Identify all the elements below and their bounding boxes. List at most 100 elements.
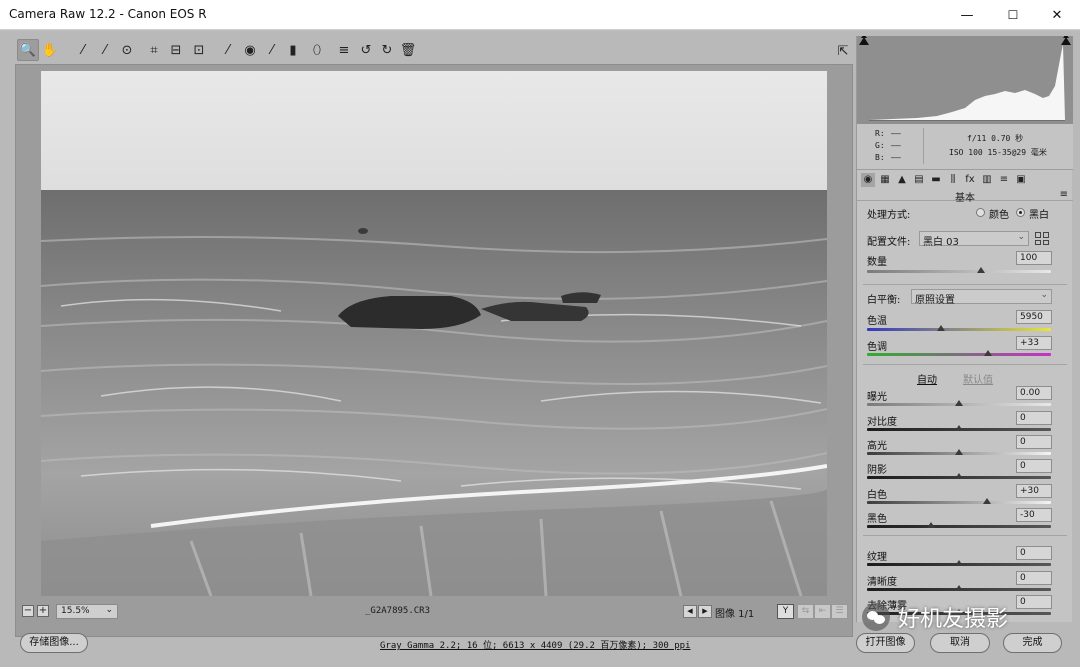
swap-settings-icon[interactable]: ⇆ — [797, 604, 814, 619]
done-button[interactable]: 完成 — [1003, 633, 1062, 653]
slider-thumb[interactable] — [955, 400, 963, 406]
split-toning-tab-icon[interactable]: ▬ — [929, 173, 943, 187]
zoom-tool-icon[interactable]: 🔍 — [17, 39, 39, 61]
panel-tabs: ◉ ▦ ▲ ▤ ▬ ⫼ fx ▥ ≡ ▣ — [857, 171, 1073, 189]
next-image-button[interactable]: ▶ — [698, 605, 712, 618]
divider — [923, 128, 924, 164]
amount-slider-track[interactable] — [867, 270, 1051, 273]
preferences-icon[interactable]: ≡ — [333, 39, 355, 61]
color-radio[interactable] — [976, 208, 985, 217]
spot-removal-tool-icon[interactable]: ⁄ — [217, 39, 239, 61]
effects-tab-icon[interactable]: fx — [963, 173, 977, 187]
slider-thumb[interactable] — [927, 522, 936, 528]
tint-slider-track[interactable] — [867, 353, 1051, 356]
white-balance-select[interactable]: 原照设置 ⌄ — [911, 289, 1052, 306]
save-image-button[interactable]: 存储图像... — [20, 633, 88, 653]
color-sampler-tool-icon[interactable]: ⁄ — [94, 39, 116, 61]
adjustment-brush-icon[interactable]: ⁄ — [261, 39, 283, 61]
slider-thumb[interactable] — [955, 585, 963, 591]
tone-curve-tab-icon[interactable]: ▦ — [878, 173, 892, 187]
amount-slider-thumb[interactable] — [977, 267, 986, 273]
maximize-button[interactable]: ☐ — [990, 0, 1036, 30]
slider-value[interactable]: 0 — [1016, 459, 1052, 473]
targeted-adjustment-tool-icon[interactable]: ⊙ — [116, 39, 138, 61]
fullscreen-icon[interactable]: ⇱ — [832, 40, 854, 62]
snapshots-tab-icon[interactable]: ▣ — [1014, 173, 1028, 187]
slider-value[interactable]: 0 — [1016, 595, 1052, 609]
camera-info: R: —— G: —— B: —— f/11 0.70 秒 ISO 100 15-35… — [857, 124, 1073, 170]
photo-preview[interactable] — [41, 71, 827, 596]
bw-radio-label: 黑白 — [1029, 210, 1049, 221]
slider-label: 曝光 — [867, 392, 887, 403]
chevron-down-icon: ⌄ — [105, 605, 113, 615]
calibration-tab-icon[interactable]: ▥ — [980, 173, 994, 187]
rotate-cw-icon[interactable]: ↻ — [376, 39, 398, 61]
before-after-toggle[interactable]: Y — [777, 604, 794, 619]
white-balance-tool-icon[interactable]: ⁄ — [72, 39, 94, 61]
tint-label: 色调 — [867, 342, 887, 353]
profile-browser-icon[interactable] — [1035, 232, 1049, 245]
slider-value[interactable]: 0.00 — [1016, 386, 1052, 400]
temperature-slider-thumb[interactable] — [936, 325, 945, 331]
hsl-tab-icon[interactable]: ▤ — [912, 173, 926, 187]
slider-label: 对比度 — [867, 417, 897, 428]
tool-bar: 🔍 ✋ ⁄ ⁄ ⊙ ⌗ ⊟ ⊡ ⁄ ◉ ⁄ ▮ ⬯ ≡ ↺ ↻ 🗑 — [15, 37, 853, 63]
slider-track[interactable] — [867, 501, 1051, 504]
open-image-button[interactable]: 打开图像 — [856, 633, 915, 653]
slider-value[interactable]: 0 — [1016, 546, 1052, 560]
profile-select[interactable]: 黑白 03 ⌄ — [919, 231, 1029, 248]
tint-value[interactable]: +33 — [1016, 336, 1052, 350]
window-title: Camera Raw 12.2 - Canon EOS R — [9, 7, 207, 21]
lens-corrections-tab-icon[interactable]: ⫼ — [946, 173, 960, 187]
previous-image-button[interactable]: ◀ — [683, 605, 697, 618]
auto-link[interactable]: 自动 — [917, 371, 937, 386]
radial-filter-icon[interactable]: ⬯ — [306, 39, 328, 61]
histogram-graph — [861, 34, 1069, 121]
slider-thumb[interactable] — [955, 560, 963, 566]
panel-menu-icon[interactable]: ≡ — [1060, 189, 1068, 200]
slider-value[interactable]: +30 — [1016, 484, 1052, 498]
watermark-text: 好机友摄影 — [898, 607, 1009, 632]
slider-track[interactable] — [867, 525, 1051, 528]
toggle-settings-icon[interactable]: ☰ — [831, 604, 848, 619]
presets-tab-icon[interactable]: ≡ — [997, 173, 1011, 187]
slider-thumb[interactable] — [955, 473, 963, 479]
slider-value[interactable]: 0 — [1016, 435, 1052, 449]
copy-settings-icon[interactable]: ⇤ — [814, 604, 831, 619]
temperature-value[interactable]: 5950 — [1016, 310, 1052, 324]
transform-tool-icon[interactable]: ⊡ — [188, 39, 210, 61]
red-eye-removal-tool-icon[interactable]: ◉ — [239, 39, 261, 61]
slider-label: 黑色 — [867, 514, 887, 525]
amount-value[interactable]: 100 — [1016, 251, 1052, 265]
tint-slider-thumb[interactable] — [984, 350, 993, 356]
slider-thumb[interactable] — [955, 449, 963, 455]
close-button[interactable]: ✕ — [1034, 0, 1080, 30]
minimize-button[interactable]: — — [944, 0, 990, 30]
crop-tool-icon[interactable]: ⌗ — [143, 39, 165, 61]
zoom-level-select[interactable]: 15.5% ⌄ — [56, 604, 118, 619]
basic-tab-icon[interactable]: ◉ — [861, 173, 875, 187]
slider-value[interactable]: 0 — [1016, 571, 1052, 585]
slider-value[interactable]: -30 — [1016, 508, 1052, 522]
file-name: _G2A7895.CR3 — [365, 606, 431, 616]
cancel-button[interactable]: 取消 — [930, 633, 990, 653]
temperature-slider-track[interactable] — [867, 328, 1051, 331]
rotate-ccw-icon[interactable]: ↺ — [355, 39, 377, 61]
slider-thumb[interactable] — [982, 498, 991, 504]
rgb-readout: R: —— G: —— B: —— — [875, 129, 901, 162]
zoom-out-button[interactable]: − — [22, 605, 34, 617]
detail-tab-icon[interactable]: ▲ — [895, 173, 909, 187]
graduated-filter-icon[interactable]: ▮ — [282, 39, 304, 61]
workflow-options-link[interactable]: Gray Gamma 2.2; 16 位; 6613 x 4409 (29.2 … — [380, 638, 691, 651]
hand-tool-icon[interactable]: ✋ — [39, 39, 61, 61]
bw-radio[interactable] — [1016, 208, 1025, 217]
bottom-bar: 存储图像... Gray Gamma 2.2; 16 位; 6613 x 440… — [0, 627, 1080, 667]
slider-value[interactable]: 0 — [1016, 411, 1052, 425]
seascape-photo — [41, 71, 827, 596]
slider-thumb[interactable] — [955, 425, 963, 431]
straighten-tool-icon[interactable]: ⊟ — [165, 39, 187, 61]
zoom-in-button[interactable]: + — [37, 605, 49, 617]
default-link[interactable]: 默认值 — [963, 371, 993, 386]
trash-icon[interactable]: 🗑 — [397, 39, 419, 61]
preview-area[interactable] — [15, 64, 853, 637]
